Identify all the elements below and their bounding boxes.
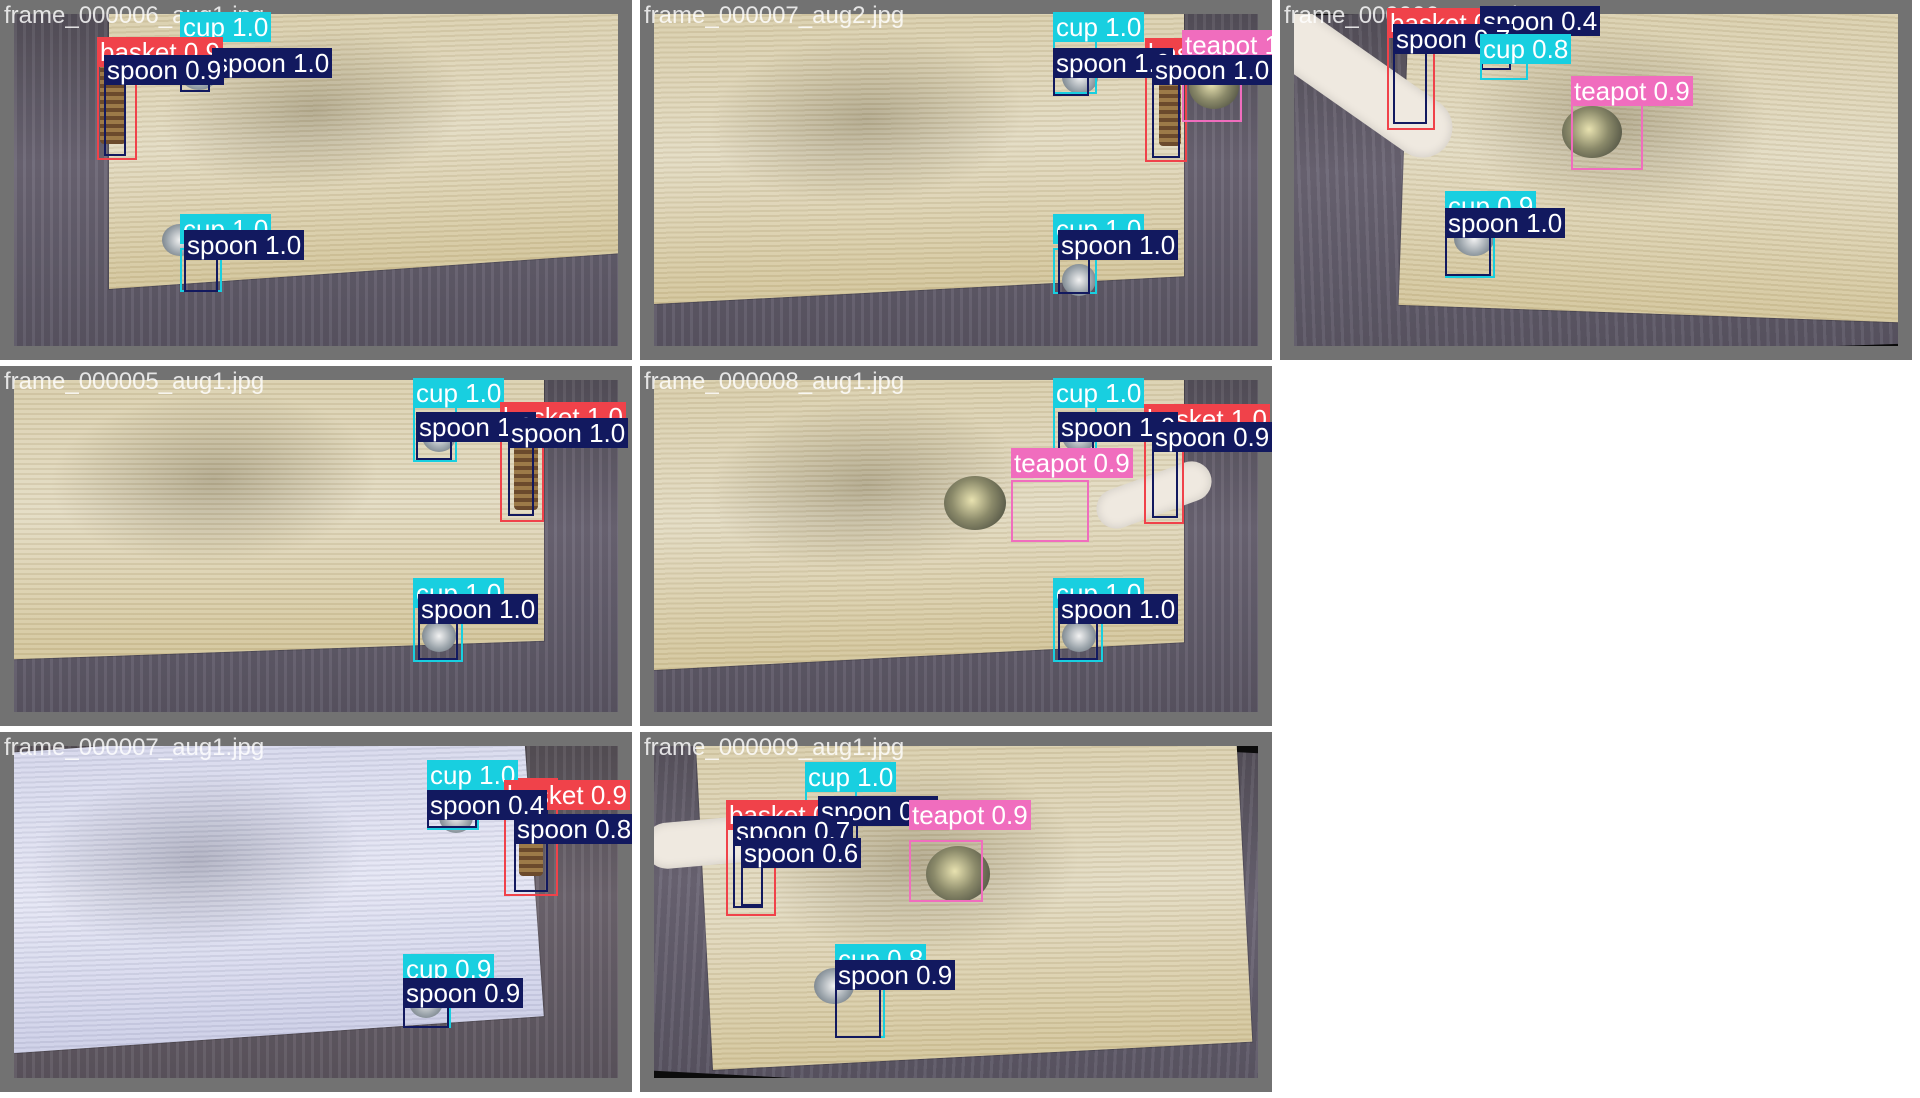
table-scene bbox=[1294, 14, 1898, 346]
detection-label: spoon 0.6 bbox=[741, 838, 862, 868]
detection-label: spoon 1.0 bbox=[1058, 594, 1179, 624]
spoon-box bbox=[418, 618, 458, 660]
detection-label: spoon 1.0 bbox=[508, 418, 629, 448]
detection-label: cup 0.8 bbox=[1480, 34, 1572, 64]
spoon-box bbox=[184, 258, 218, 292]
detection-mosaic: frame_000006_aug1.jpg cup 1.0 basket 0.9… bbox=[0, 0, 1920, 1098]
detection-label: spoon 1.0 bbox=[418, 594, 539, 624]
filename-label: frame_000007_aug1.jpg bbox=[4, 734, 265, 761]
detection-label: spoon 0.9 bbox=[403, 978, 524, 1008]
detection-label: spoon 1.0 bbox=[1445, 208, 1566, 238]
detection-label: teapot 0.9 bbox=[1011, 448, 1133, 478]
detection-label: teapot 0.9 bbox=[1571, 76, 1693, 106]
detection-label: spoon 0.9 bbox=[835, 960, 956, 990]
detection-label: spoon 1.0 bbox=[212, 48, 333, 78]
detection-label: cup 1.0 bbox=[805, 762, 897, 792]
image-tile: frame_000006_aug1.jpg cup 1.0 basket 0.9… bbox=[0, 0, 632, 360]
image-tile: frame_000005_aug1.jpg cup 1.0 basket 1.0… bbox=[0, 366, 632, 726]
image-tile: frame_000008_aug1.jpg cup 1.0 basket 1.0… bbox=[640, 366, 1272, 726]
spoon-box bbox=[835, 984, 881, 1038]
detection-label: cup 1.0 bbox=[413, 378, 505, 408]
teapot-box bbox=[1571, 96, 1643, 170]
filename-label: frame_000005_aug1.jpg bbox=[4, 368, 265, 395]
image-tile: frame_000007_aug2.jpg cup 1.0 basket 1.0… bbox=[640, 0, 1272, 360]
detection-label: spoon 1.0 bbox=[184, 230, 305, 260]
detection-label: spoon 1.0 bbox=[1152, 55, 1272, 85]
filename-label: frame_000009_aug1.jpg bbox=[644, 734, 905, 761]
filename-label: frame_000007_aug2.jpg bbox=[644, 2, 905, 29]
teapot-box bbox=[909, 840, 983, 902]
teapot-box bbox=[1011, 480, 1089, 542]
spoon-box bbox=[1393, 44, 1427, 124]
detection-label: cup 1.0 bbox=[1053, 378, 1145, 408]
image-tile: frame_000009_aug1.jpg cup 1.0 basket 0.8… bbox=[640, 732, 1272, 1092]
detection-label: spoon 0.9 bbox=[104, 55, 225, 85]
detection-label: spoon 0.9 bbox=[1152, 422, 1272, 452]
image-tile: frame_000006_aug2.jpg basket 0.9 spoon 0… bbox=[1280, 0, 1912, 360]
detection-label: cup 1.0 bbox=[1053, 12, 1145, 42]
detection-label: spoon 0.8 bbox=[514, 814, 632, 844]
filename-label: frame_000008_aug1.jpg bbox=[644, 368, 905, 395]
photo bbox=[1294, 14, 1898, 346]
spoon-box bbox=[1058, 618, 1098, 660]
detection-label: spoon 1.0 bbox=[1058, 230, 1179, 260]
spoon-box bbox=[1058, 258, 1090, 294]
image-tile: frame_000007_aug1.jpg cup 1.0 basket 0.9… bbox=[0, 732, 632, 1092]
detection-label: teapot 0.9 bbox=[909, 800, 1031, 830]
